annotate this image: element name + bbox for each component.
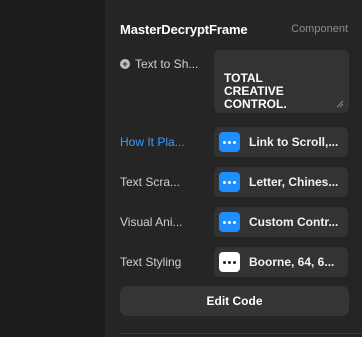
more-dots-icon[interactable]: [219, 172, 240, 192]
property-value-text-scramble: Letter, Chines...: [249, 175, 339, 189]
property-label-text-styling[interactable]: Text Styling: [120, 255, 214, 269]
text-input[interactable]: TOTAL CREATIVE CONTROL.: [214, 50, 349, 113]
property-row-how-it-plays: How It Pla... Link to Scroll,...: [120, 127, 348, 157]
canvas-area: [0, 0, 104, 337]
property-row-text-scramble: Text Scra... Letter, Chines...: [120, 167, 348, 197]
property-row-text-styling: Text Styling Boorne, 64, 6...: [120, 247, 348, 277]
text-property-label-text: Text to Sh...: [135, 57, 199, 71]
panel-header: MasterDecryptFrame Component: [120, 19, 348, 39]
property-value-text-styling: Boorne, 64, 6...: [249, 255, 335, 269]
property-control-text-scramble[interactable]: Letter, Chines...: [214, 167, 348, 197]
more-dots-icon[interactable]: [219, 212, 240, 232]
section-divider: [120, 333, 362, 334]
edit-code-button[interactable]: Edit Code: [120, 286, 349, 316]
frame-type-label: Component: [291, 23, 348, 35]
frame-name: MasterDecryptFrame: [120, 21, 248, 37]
property-value-visual-animation: Custom Contr...: [249, 215, 339, 229]
property-control-how-it-plays[interactable]: Link to Scroll,...: [214, 127, 348, 157]
property-control-text-styling[interactable]: Boorne, 64, 6...: [214, 247, 348, 277]
property-label-text-scramble[interactable]: Text Scra...: [120, 175, 214, 189]
text-property-label[interactable]: + Text to Sh...: [120, 57, 214, 71]
properties-panel: MasterDecryptFrame Component + Text to S…: [104, 0, 362, 337]
property-label-how-it-plays[interactable]: How It Pla...: [120, 135, 214, 149]
property-value-how-it-plays: Link to Scroll,...: [249, 135, 339, 149]
more-dots-icon[interactable]: [219, 252, 240, 272]
property-control-visual-animation[interactable]: Custom Contr...: [214, 207, 348, 237]
more-dots-icon[interactable]: [219, 132, 240, 152]
property-row-visual-animation: Visual Ani... Custom Contr...: [120, 207, 348, 237]
plus-circle-icon[interactable]: +: [120, 59, 130, 69]
text-input-value: TOTAL CREATIVE CONTROL.: [224, 71, 287, 111]
resize-handle-icon[interactable]: [336, 100, 344, 108]
property-label-visual-animation[interactable]: Visual Ani...: [120, 215, 214, 229]
